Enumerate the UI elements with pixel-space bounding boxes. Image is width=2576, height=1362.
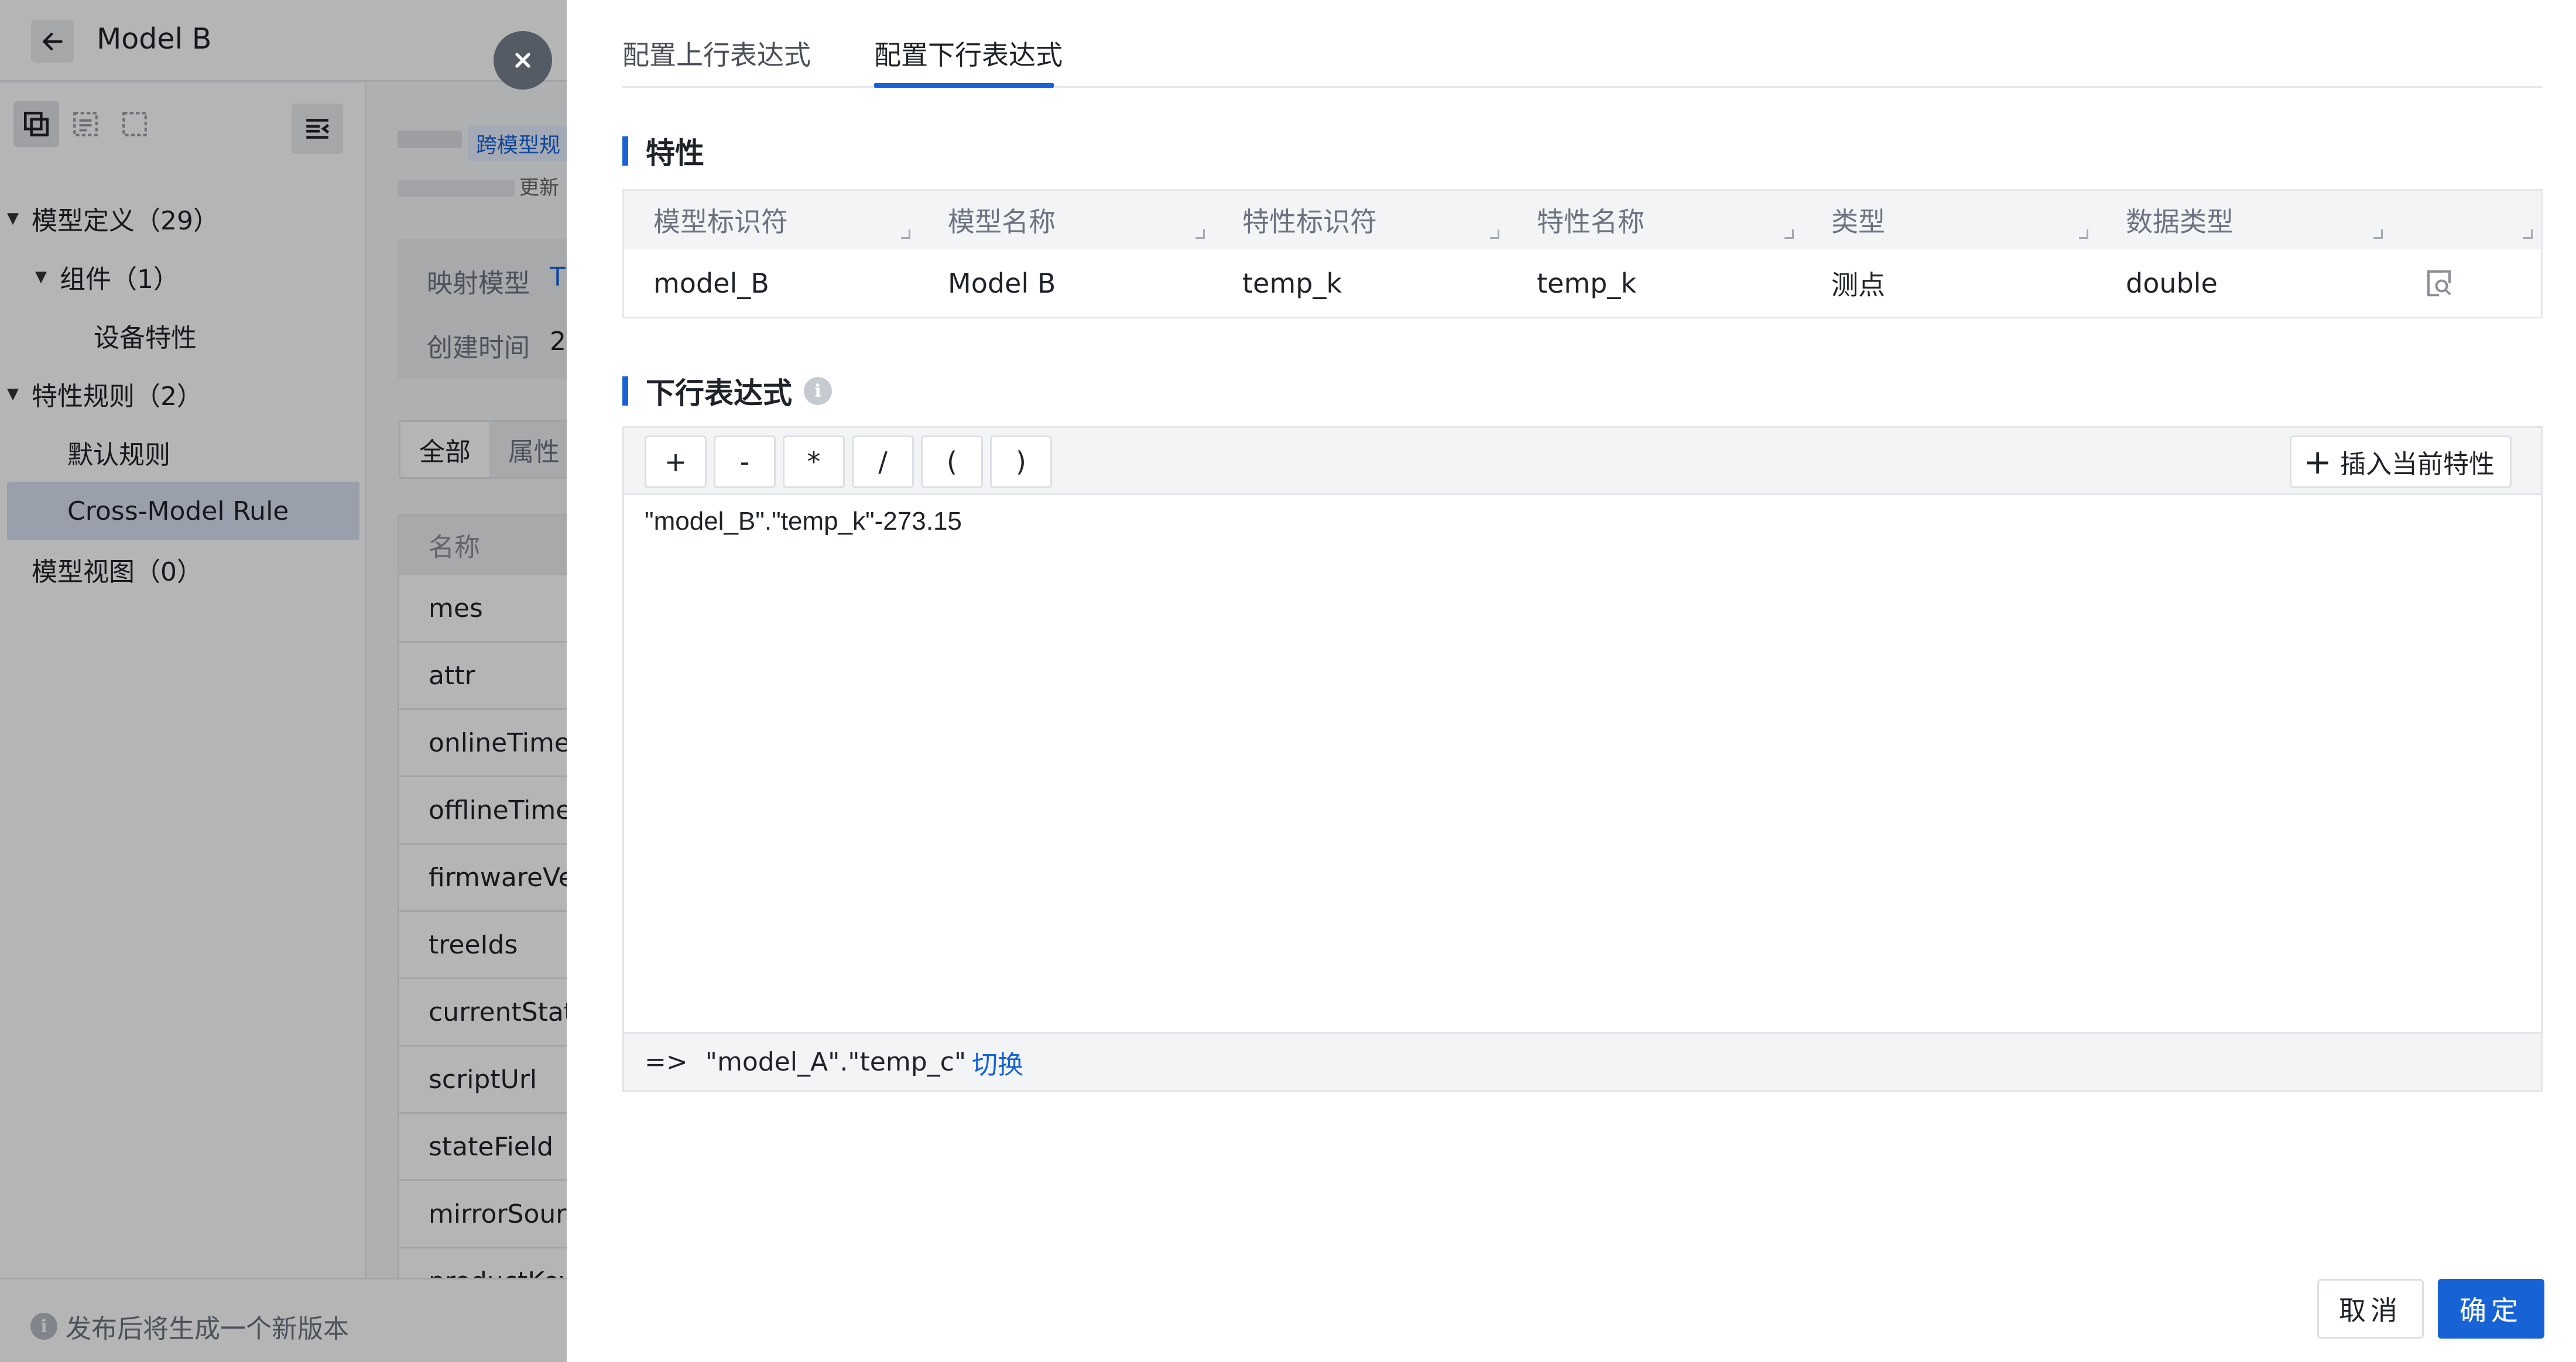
operator-open-paren-button[interactable]: ( [921, 435, 983, 488]
cell-data-type: double [2126, 267, 2218, 299]
expression-section-title: 下行表达式 i [622, 370, 832, 412]
resize-handle-icon[interactable] [1784, 229, 1794, 239]
target-attribute: "model_A"."temp_c" [705, 1047, 967, 1077]
resize-handle-icon[interactable] [2523, 229, 2533, 239]
column-type: 类型 [1802, 191, 2097, 249]
expression-config-drawer: 配置上行表达式 配置下行表达式 特性 模型标识符 模型名称 特性标识符 特性名称… [567, 0, 2576, 1362]
expression-result-bar: => "model_A"."temp_c" 切换 [624, 1032, 2541, 1090]
close-drawer-button[interactable] [494, 31, 552, 90]
operator-toolbar: + - * / ( ) + 插入当前特性 [624, 428, 2541, 495]
plus-icon: + [2303, 442, 2332, 482]
operator-divide-button[interactable]: / [852, 435, 914, 488]
operator-multiply-button[interactable]: * [783, 435, 845, 488]
cell-attr-name: temp_k [1537, 267, 1636, 299]
confirm-button[interactable]: 确定 [2438, 1279, 2544, 1339]
column-actions [2391, 191, 2541, 249]
expression-editor: + - * / ( ) + 插入当前特性 "model_B"."temp_k"-… [622, 426, 2543, 1092]
operator-plus-button[interactable]: + [645, 435, 707, 488]
cell-model-id: model_B [653, 267, 769, 299]
switch-link[interactable]: 切换 [972, 1044, 1023, 1081]
resize-handle-icon[interactable] [2373, 229, 2383, 239]
result-arrow: => [645, 1047, 688, 1077]
close-icon [515, 53, 530, 68]
attribute-table: 模型标识符 模型名称 特性标识符 特性名称 类型 数据类型 model_B Mo… [622, 189, 2543, 318]
insert-current-attribute-button[interactable]: + 插入当前特性 [2290, 435, 2512, 488]
column-attr-id: 特性标识符 [1213, 191, 1508, 249]
expression-input[interactable]: "model_B"."temp_k"-273.15 [624, 495, 2541, 1034]
resize-handle-icon[interactable] [1490, 229, 1499, 239]
column-attr-name: 特性名称 [1508, 191, 1802, 249]
cell-attr-id: temp_k [1242, 267, 1342, 299]
attribute-table-header: 模型标识符 模型名称 特性标识符 特性名称 类型 数据类型 [624, 191, 2541, 249]
tab-upstream-expression[interactable]: 配置上行表达式 [622, 34, 811, 73]
info-icon[interactable]: i [804, 377, 832, 405]
section-marker [622, 376, 628, 406]
table-row: model_B Model B temp_k temp_k 测点 double [624, 249, 2541, 317]
column-model-name: 模型名称 [919, 191, 1213, 249]
cell-actions [2391, 249, 2541, 317]
cell-type: 测点 [1831, 269, 1885, 301]
cancel-button[interactable]: 取消 [2317, 1279, 2424, 1339]
resize-handle-icon[interactable] [901, 229, 910, 239]
resize-handle-icon[interactable] [1195, 229, 1205, 239]
attribute-section-title: 特性 [622, 130, 704, 172]
tab-downstream-expression[interactable]: 配置下行表达式 [874, 34, 1063, 73]
cell-model-name: Model B [948, 267, 1056, 299]
operator-close-paren-button[interactable]: ) [990, 435, 1052, 488]
operator-minus-button[interactable]: - [714, 435, 776, 488]
section-marker [622, 136, 628, 166]
resize-handle-icon[interactable] [2079, 229, 2088, 239]
column-model-id: 模型标识符 [624, 191, 919, 249]
active-tab-indicator [874, 83, 1054, 88]
expression-tabs: 配置上行表达式 配置下行表达式 [622, 0, 2543, 88]
column-data-type: 数据类型 [2097, 191, 2391, 249]
search-document-icon[interactable] [2423, 267, 2455, 299]
